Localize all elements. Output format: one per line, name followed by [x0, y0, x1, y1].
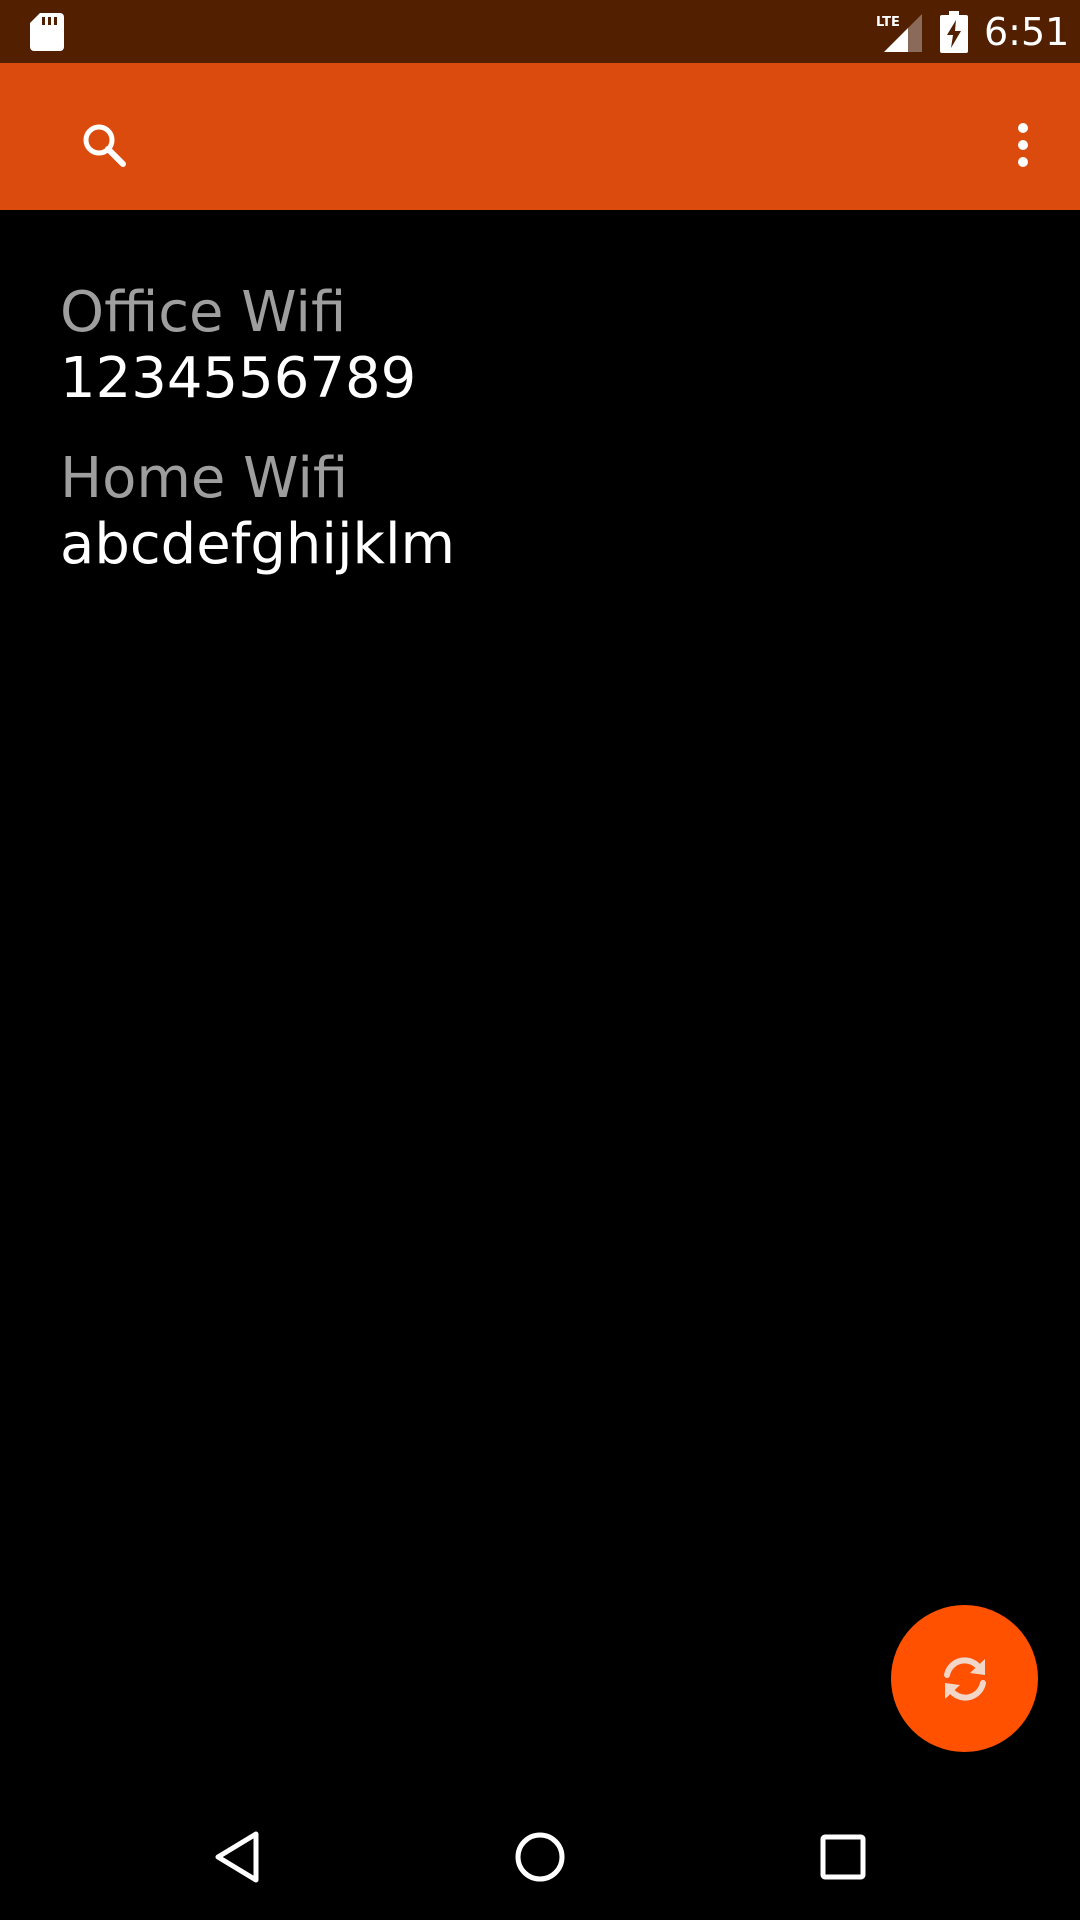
- wifi-password: 1234556789: [60, 346, 417, 411]
- wifi-name: Office Wifi: [60, 280, 347, 345]
- wifi-password: abcdefghijklm: [60, 512, 456, 577]
- home-button[interactable]: [495, 1812, 585, 1902]
- recents-icon: [820, 1834, 866, 1880]
- status-bar: LTE 6:51: [0, 0, 1080, 63]
- back-button[interactable]: [192, 1812, 282, 1902]
- wifi-name: Home Wifi: [60, 446, 349, 511]
- sd-card-icon: [30, 13, 64, 51]
- list-item[interactable]: Office Wifi 1234556789: [60, 280, 1020, 412]
- search-button[interactable]: [62, 103, 146, 187]
- network-label: LTE: [876, 15, 900, 30]
- more-options-button[interactable]: [998, 103, 1048, 187]
- screen: LTE 6:51 Office Wifi 1234556789 Home Wif…: [0, 0, 1080, 1920]
- lte-signal-icon: LTE: [876, 14, 922, 52]
- list-item[interactable]: Home Wifi abcdefghijklm: [60, 446, 1020, 578]
- search-icon: [83, 124, 126, 167]
- more-vert-icon: [1018, 123, 1028, 167]
- wifi-list: Office Wifi 1234556789 Home Wifi abcdefg…: [60, 280, 1020, 612]
- app-bar: [0, 63, 1080, 210]
- battery-charging-icon: [940, 11, 968, 53]
- navigation-bar: [0, 1794, 1080, 1920]
- home-icon: [515, 1832, 565, 1882]
- back-icon: [215, 1831, 259, 1883]
- status-time: 6:51: [984, 10, 1070, 54]
- recents-button[interactable]: [798, 1812, 888, 1902]
- refresh-icon: [943, 1657, 986, 1700]
- refresh-fab[interactable]: [891, 1605, 1038, 1752]
